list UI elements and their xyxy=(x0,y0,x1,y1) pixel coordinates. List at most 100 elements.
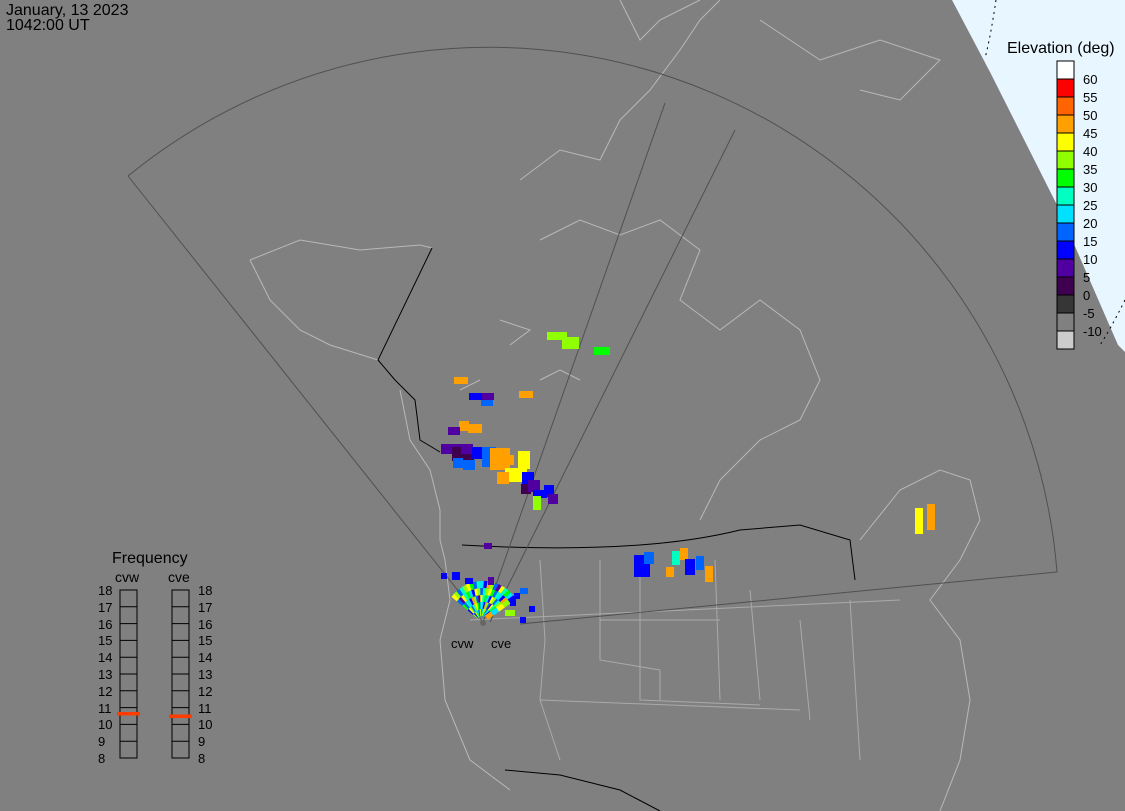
elevation-cell xyxy=(500,455,514,465)
frequency-tick-label: 17 xyxy=(198,599,213,615)
colorbar-title: Elevation (deg) xyxy=(1007,40,1115,57)
colorbar-label: 60 xyxy=(1083,72,1098,87)
elevation-cell xyxy=(533,496,541,510)
frequency-tick-label: 12 xyxy=(98,683,113,699)
colorbar-label: 30 xyxy=(1083,180,1098,195)
colorbar-label: 10 xyxy=(1083,252,1098,267)
elevation-cell xyxy=(463,460,475,470)
superdarn-map-view: January, 13 2023 1042:00 UT Elevation (d… xyxy=(0,0,1125,811)
elevation-cell xyxy=(915,508,923,534)
elevation-cell xyxy=(518,451,530,469)
frequency-tick-label: 13 xyxy=(198,667,213,682)
elevation-cell xyxy=(448,427,460,435)
radar-site-marker xyxy=(480,620,486,626)
elevation-cell xyxy=(548,494,558,504)
colorbar-swatch xyxy=(1056,276,1075,296)
radar-label-cvw: cvw xyxy=(451,636,474,651)
freq-radar-label-cve: cve xyxy=(168,569,190,585)
elevation-cell xyxy=(510,600,516,606)
frequency-tick-label: 18 xyxy=(198,583,213,598)
frequency-tick-label: 10 xyxy=(98,717,113,733)
freq-radar-label-cvw: cvw xyxy=(115,569,140,585)
elevation-cell xyxy=(705,566,713,582)
elevation-cell xyxy=(497,472,509,484)
frequency-panel xyxy=(117,589,192,759)
colorbar-label: 15 xyxy=(1083,234,1098,249)
elevation-cell xyxy=(453,458,463,468)
frequency-tick-label: 9 xyxy=(98,734,106,750)
colorbar-label: 40 xyxy=(1083,144,1098,159)
elevation-cell xyxy=(454,377,468,384)
colorbar-label: -5 xyxy=(1083,306,1095,321)
elevation-cell xyxy=(927,504,935,530)
elevation-cell xyxy=(520,617,526,623)
colorbar-swatch xyxy=(1056,186,1075,206)
frequency-tick-label: 9 xyxy=(198,734,206,750)
colorbar-swatch xyxy=(1056,294,1075,314)
elevation-cell xyxy=(482,393,494,400)
colorbar-swatch xyxy=(1056,96,1075,116)
mexico-border xyxy=(504,769,661,811)
elevation-cell xyxy=(452,572,460,580)
elevation-cell xyxy=(469,393,483,400)
map-canvas xyxy=(117,0,1125,811)
frequency-tick-label: 11 xyxy=(198,700,212,716)
frequency-title: Frequency xyxy=(112,550,188,567)
colorbar-swatch xyxy=(1056,60,1075,80)
colorbar-label: 35 xyxy=(1083,162,1098,177)
frequency-tick-label: 12 xyxy=(198,683,213,699)
frequency-tick-label: 13 xyxy=(98,667,113,682)
state-borders xyxy=(469,559,901,761)
time-label: 1042:00 UT xyxy=(6,17,90,34)
elevation-cell xyxy=(441,573,447,579)
frequency-tick-label: 11 xyxy=(98,700,112,716)
colorbar-swatch xyxy=(1056,114,1075,134)
alaska-border xyxy=(377,247,441,453)
elevation-cell xyxy=(520,588,528,594)
radar-fans xyxy=(127,46,1058,625)
elevation-cell xyxy=(488,577,494,585)
elevation-cell xyxy=(481,400,493,406)
elevation-cell xyxy=(672,551,680,565)
colorbar-swatch xyxy=(1056,204,1075,224)
frequency-tick-label: 15 xyxy=(198,633,213,649)
colorbar-label: 25 xyxy=(1083,198,1098,213)
frequency-tick-label: 16 xyxy=(198,616,213,632)
elevation-cell xyxy=(484,543,492,549)
elevation-cell xyxy=(519,391,533,398)
us-canada-border xyxy=(461,524,856,581)
frequency-tick-label: 15 xyxy=(98,633,113,649)
colorbar-swatch xyxy=(1056,330,1075,350)
coastlines xyxy=(249,0,981,811)
elevation-cell xyxy=(529,606,535,612)
elevation-colorbar xyxy=(1056,60,1075,350)
colorbar-swatch xyxy=(1056,258,1075,278)
colorbar-swatch xyxy=(1056,132,1075,152)
frequency-tick-label: 8 xyxy=(98,751,106,766)
colorbar-swatch xyxy=(1056,312,1075,332)
elevation-cell xyxy=(459,421,469,431)
elevation-cell xyxy=(685,559,695,575)
frequency-tick-label: 10 xyxy=(198,717,213,733)
frequency-marker xyxy=(169,714,192,718)
radar-label-cve: cve xyxy=(491,636,512,651)
colorbar-swatch xyxy=(1056,78,1075,98)
elevation-cell xyxy=(696,556,704,570)
colorbar-label: 45 xyxy=(1083,126,1098,141)
frequency-tick-label: 8 xyxy=(198,751,206,766)
elevation-cell xyxy=(666,567,674,577)
colorbar-label: -10 xyxy=(1083,324,1102,339)
elevation-cell xyxy=(514,593,520,599)
colorbar-label: 55 xyxy=(1083,90,1098,105)
elevation-cell xyxy=(468,424,482,433)
elevation-cell xyxy=(505,610,515,616)
frequency-tick-label: 14 xyxy=(198,650,213,666)
elevation-cell xyxy=(644,552,654,564)
colorbar-label: 50 xyxy=(1083,108,1098,123)
elevation-cell xyxy=(562,337,579,349)
colorbar-swatch xyxy=(1056,150,1075,170)
elevation-cell xyxy=(594,347,610,355)
colorbar-swatch xyxy=(1056,222,1075,242)
frequency-marker xyxy=(117,711,140,716)
frequency-tick-label: 16 xyxy=(98,616,113,632)
